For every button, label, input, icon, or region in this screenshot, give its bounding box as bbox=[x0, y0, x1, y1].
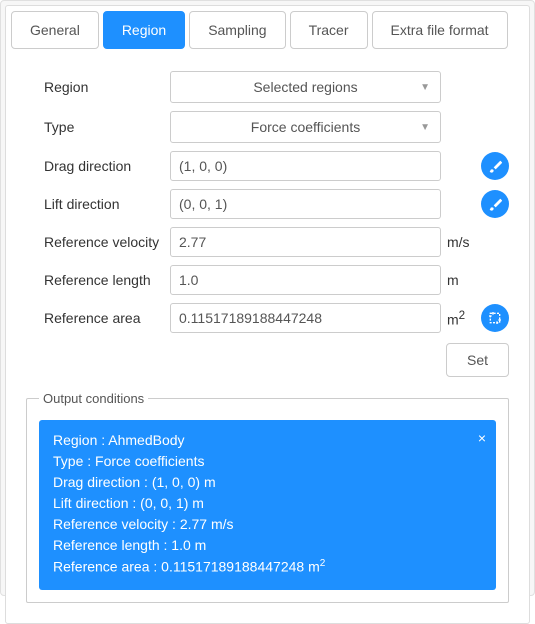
brush-icon bbox=[487, 158, 503, 174]
reference-area-label: Reference area bbox=[44, 310, 164, 326]
output-conditions-group: Output conditions × Region : AhmedBody T… bbox=[26, 391, 509, 603]
measure-icon bbox=[487, 310, 503, 326]
tab-general[interactable]: General bbox=[11, 11, 99, 49]
reference-length-label: Reference length bbox=[44, 272, 164, 288]
reference-velocity-input[interactable] bbox=[170, 227, 441, 257]
reference-velocity-unit: m/s bbox=[447, 234, 475, 250]
lift-direction-input[interactable] bbox=[170, 189, 441, 219]
reference-velocity-label: Reference velocity bbox=[44, 234, 164, 250]
lift-direction-label: Lift direction bbox=[44, 196, 164, 212]
output-condition-card: × Region : AhmedBody Type : Force coeffi… bbox=[39, 420, 496, 590]
region-label: Region bbox=[44, 79, 164, 95]
set-button[interactable]: Set bbox=[446, 343, 509, 377]
drag-direction-input[interactable] bbox=[170, 151, 441, 181]
type-select-value: Force coefficients bbox=[251, 119, 360, 135]
type-select[interactable]: Force coefficients ▼ bbox=[170, 111, 441, 143]
tab-bar: General Region Sampling Tracer Extra fil… bbox=[5, 5, 530, 55]
reference-length-unit: m bbox=[447, 272, 475, 288]
reference-area-input[interactable] bbox=[170, 303, 441, 333]
chevron-down-icon: ▼ bbox=[420, 122, 430, 133]
output-line-drag: Drag direction : (1, 0, 0) m bbox=[53, 472, 482, 493]
tab-tracer[interactable]: Tracer bbox=[290, 11, 368, 49]
chevron-down-icon: ▼ bbox=[420, 82, 430, 93]
reference-area-unit: m2 bbox=[447, 309, 475, 328]
tab-region[interactable]: Region bbox=[103, 11, 185, 49]
region-select-value: Selected regions bbox=[253, 79, 357, 95]
close-icon[interactable]: × bbox=[478, 428, 486, 449]
measure-area-button[interactable] bbox=[481, 304, 509, 332]
pick-lift-direction-button[interactable] bbox=[481, 190, 509, 218]
tab-content: Region Selected regions ▼ Type Force coe… bbox=[5, 53, 530, 624]
output-line-refvel: Reference velocity : 2.77 m/s bbox=[53, 514, 482, 535]
tab-sampling[interactable]: Sampling bbox=[189, 11, 285, 49]
panel: General Region Sampling Tracer Extra fil… bbox=[0, 0, 535, 596]
tab-extra-file-format[interactable]: Extra file format bbox=[372, 11, 508, 49]
reference-length-input[interactable] bbox=[170, 265, 441, 295]
output-line-refarea: Reference area : 0.11517189188447248 m2 bbox=[53, 556, 482, 578]
brush-icon bbox=[487, 196, 503, 212]
output-conditions-legend: Output conditions bbox=[39, 391, 148, 406]
output-line-lift: Lift direction : (0, 0, 1) m bbox=[53, 493, 482, 514]
pick-drag-direction-button[interactable] bbox=[481, 152, 509, 180]
type-label: Type bbox=[44, 119, 164, 135]
region-select[interactable]: Selected regions ▼ bbox=[170, 71, 441, 103]
output-line-region: Region : AhmedBody bbox=[53, 430, 482, 451]
output-line-type: Type : Force coefficients bbox=[53, 451, 482, 472]
drag-direction-label: Drag direction bbox=[44, 158, 164, 174]
output-line-reflen: Reference length : 1.0 m bbox=[53, 535, 482, 556]
